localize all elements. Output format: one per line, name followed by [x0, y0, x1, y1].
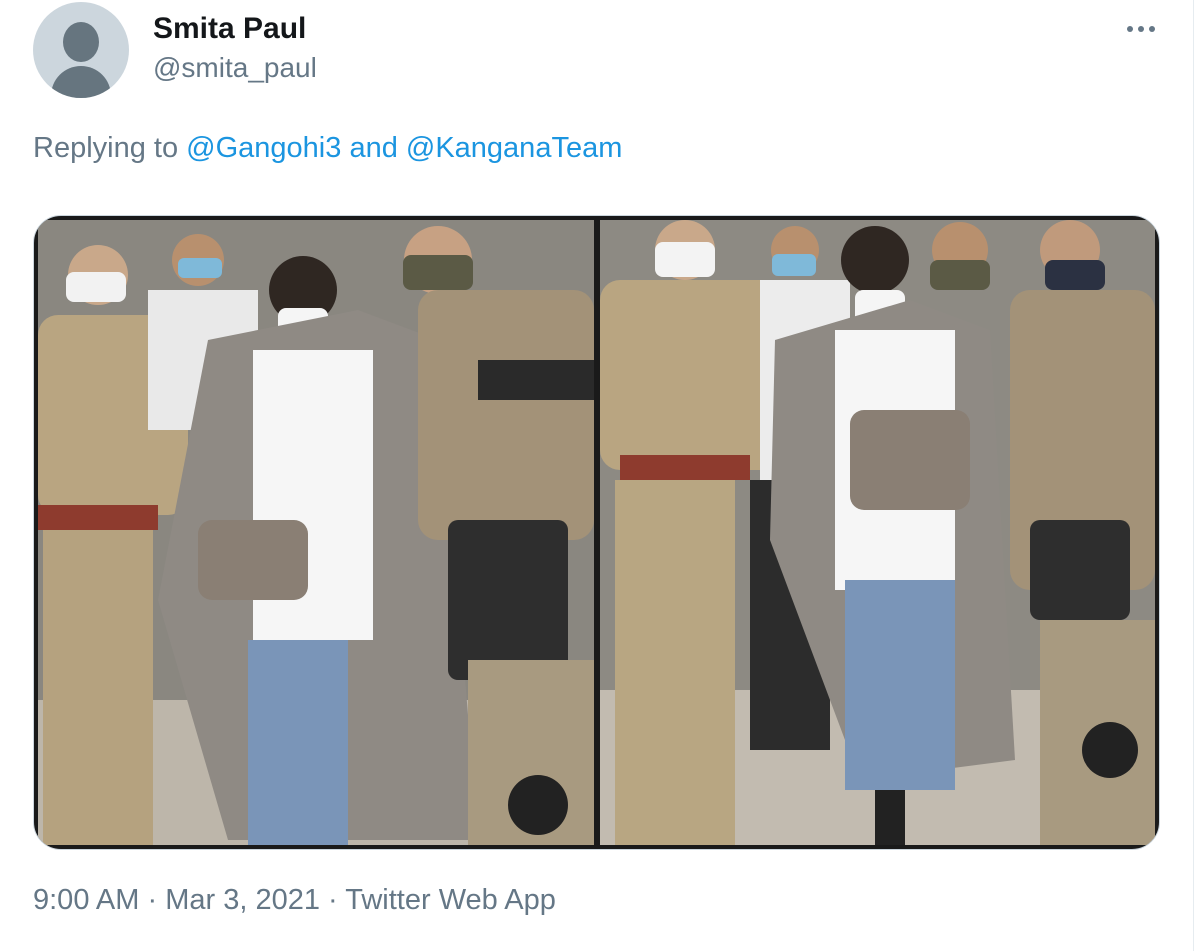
media-photo-left[interactable]: [38, 220, 594, 845]
tweet-meta: 9:00 AM · Mar 3, 2021 · Twitter Web App: [33, 884, 556, 917]
tweet-media[interactable]: [33, 215, 1160, 850]
more-options-icon[interactable]: [1121, 14, 1161, 44]
card-border: [1193, 0, 1194, 951]
meta-separator: ·: [328, 884, 338, 916]
mention-gangohi3[interactable]: @Gangohi3 and: [186, 132, 406, 164]
tweet-timestamp[interactable]: 9:00 AM · Mar 3, 2021: [33, 884, 328, 916]
avatar[interactable]: [33, 2, 129, 98]
default-profile-icon: [63, 22, 99, 62]
mention-kanganateam[interactable]: @KanganaTeam: [406, 132, 622, 164]
media-photo-right[interactable]: [600, 220, 1155, 845]
author-display-name[interactable]: Smita Paul: [153, 12, 306, 46]
tweet-source[interactable]: Twitter Web App: [345, 884, 556, 916]
replying-to-line: Replying to @Gangohi3 and @KanganaTeam: [33, 132, 622, 165]
author-handle[interactable]: @smita_paul: [153, 52, 317, 84]
replying-to-label: Replying to: [33, 132, 179, 164]
